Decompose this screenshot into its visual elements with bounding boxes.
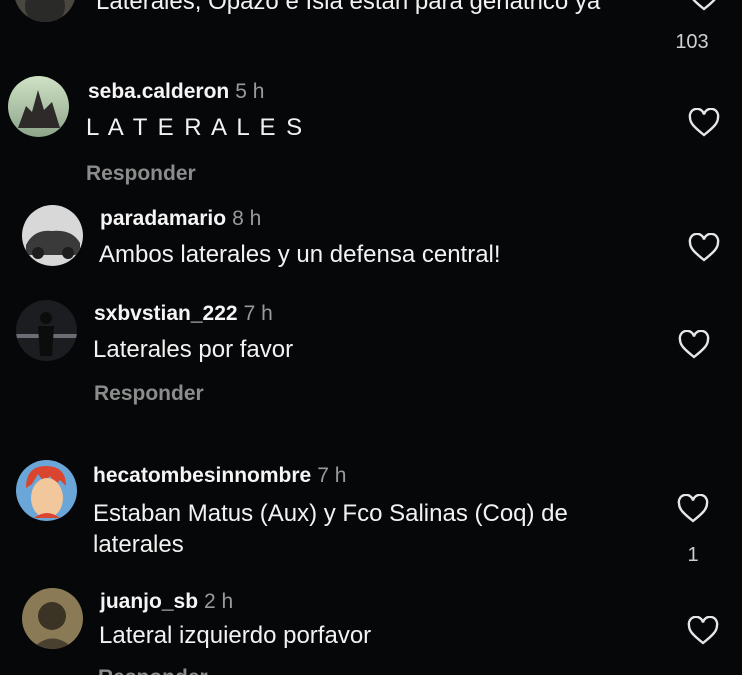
avatar[interactable] xyxy=(22,205,83,266)
username[interactable]: paradamario xyxy=(100,207,226,230)
comment-text: L A T E R A L E S xyxy=(86,114,305,141)
avatar-image xyxy=(8,76,69,137)
heart-icon[interactable] xyxy=(688,0,720,12)
avatar-image xyxy=(22,588,83,649)
timestamp: 7 h xyxy=(243,302,273,325)
avatar-image xyxy=(16,300,77,361)
comment-text: Laterales, Opazo e Isla están para geriá… xyxy=(96,0,601,15)
comments-list: Laterales, Opazo e Isla están para geriá… xyxy=(0,0,742,675)
avatar-image xyxy=(14,0,76,22)
avatar-image xyxy=(16,460,77,521)
heart-icon[interactable] xyxy=(678,330,710,360)
comment-header: hecatombesinnombre 7 h xyxy=(93,464,346,488)
reply-button[interactable]: Responder xyxy=(86,162,196,186)
username[interactable]: hecatombesinnombre xyxy=(93,464,311,487)
avatar[interactable] xyxy=(22,588,83,649)
heart-icon[interactable] xyxy=(688,233,720,263)
timestamp: 7 h xyxy=(317,464,347,487)
reply-button[interactable]: Responder xyxy=(98,666,208,675)
comment-header: sxbvstian_222 7 h xyxy=(94,302,273,326)
timestamp: 2 h xyxy=(204,590,234,613)
reply-button[interactable]: Responder xyxy=(94,382,204,406)
username[interactable]: seba.calderon xyxy=(88,80,229,103)
username[interactable]: juanjo_sb xyxy=(100,590,198,613)
like-count[interactable]: 103 xyxy=(664,31,720,54)
avatar-image xyxy=(22,205,83,266)
comment-header: seba.calderon 5 h xyxy=(88,80,264,104)
comment-text: Lateral izquierdo porfavor xyxy=(99,622,372,649)
heart-icon[interactable] xyxy=(688,108,720,138)
comment-header: juanjo_sb 2 h xyxy=(100,590,233,614)
heart-icon[interactable] xyxy=(687,616,719,646)
comment-text: Ambos laterales y un defensa central! xyxy=(99,241,501,268)
timestamp: 5 h xyxy=(235,80,265,103)
like-count[interactable]: 1 xyxy=(676,544,710,567)
timestamp: 8 h xyxy=(232,207,262,230)
username[interactable]: sxbvstian_222 xyxy=(94,302,238,325)
avatar[interactable] xyxy=(14,0,76,22)
avatar[interactable] xyxy=(8,76,69,137)
avatar[interactable] xyxy=(16,460,77,521)
heart-icon[interactable] xyxy=(677,494,709,524)
comment-text: Estaban Matus (Aux) y Fco Salinas (Coq) … xyxy=(93,500,568,558)
comment-header: paradamario 8 h xyxy=(100,207,261,231)
avatar[interactable] xyxy=(16,300,77,361)
comment-text: Laterales por favor xyxy=(93,336,294,363)
